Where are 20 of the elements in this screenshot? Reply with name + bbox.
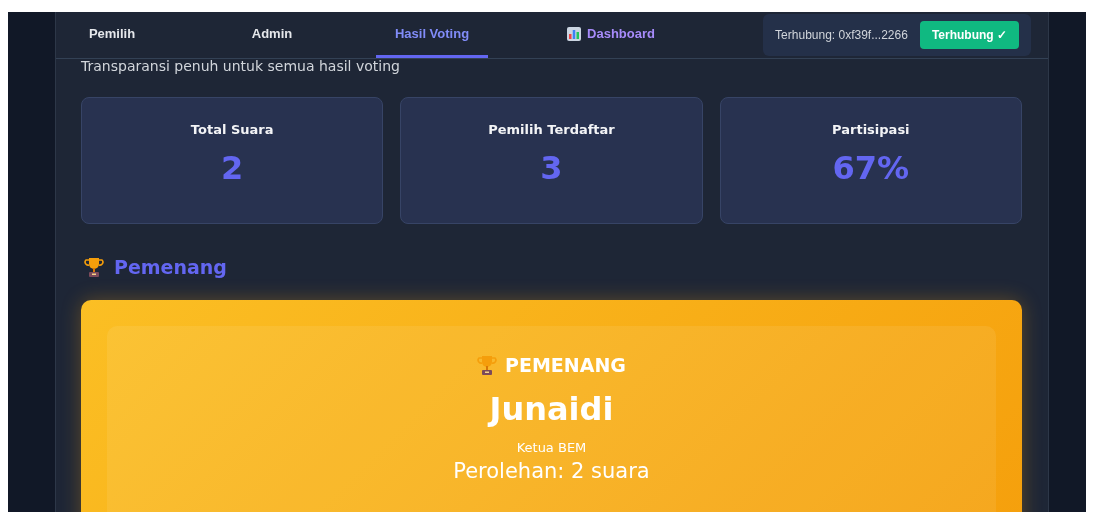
stat-value: 67% — [831, 149, 911, 187]
stat-label: Partisipasi — [831, 122, 911, 137]
stat-value: 2 — [220, 149, 245, 187]
nav-tab[interactable]: Dashboard — [536, 12, 686, 58]
nav-tab[interactable]: Hasil Voting — [376, 12, 488, 58]
stat-label: Pemilih Terdaftar — [487, 122, 616, 137]
wallet-address: Terhubung: 0xf39f...2266 — [775, 28, 908, 42]
winner-label: PEMENANG — [505, 354, 626, 376]
winner-position: Ketua BEM — [515, 440, 588, 455]
stat-label: Total Suara — [189, 122, 275, 137]
section-title: Pemenang — [114, 256, 227, 278]
trophy-icon — [477, 354, 498, 376]
trophy-icon — [84, 256, 104, 278]
winner-name: Junaidi — [486, 390, 615, 428]
nav-tab[interactable]: Admin — [216, 12, 328, 58]
stat-value: 3 — [539, 149, 564, 187]
winner-votes: Perolehan: 2 suara — [452, 459, 651, 483]
nav-tab[interactable]: Pemilih — [56, 12, 168, 58]
bar-chart-icon — [567, 26, 582, 41]
subtitle: Transparansi penuh untuk semua hasil voting — [81, 58, 401, 76]
